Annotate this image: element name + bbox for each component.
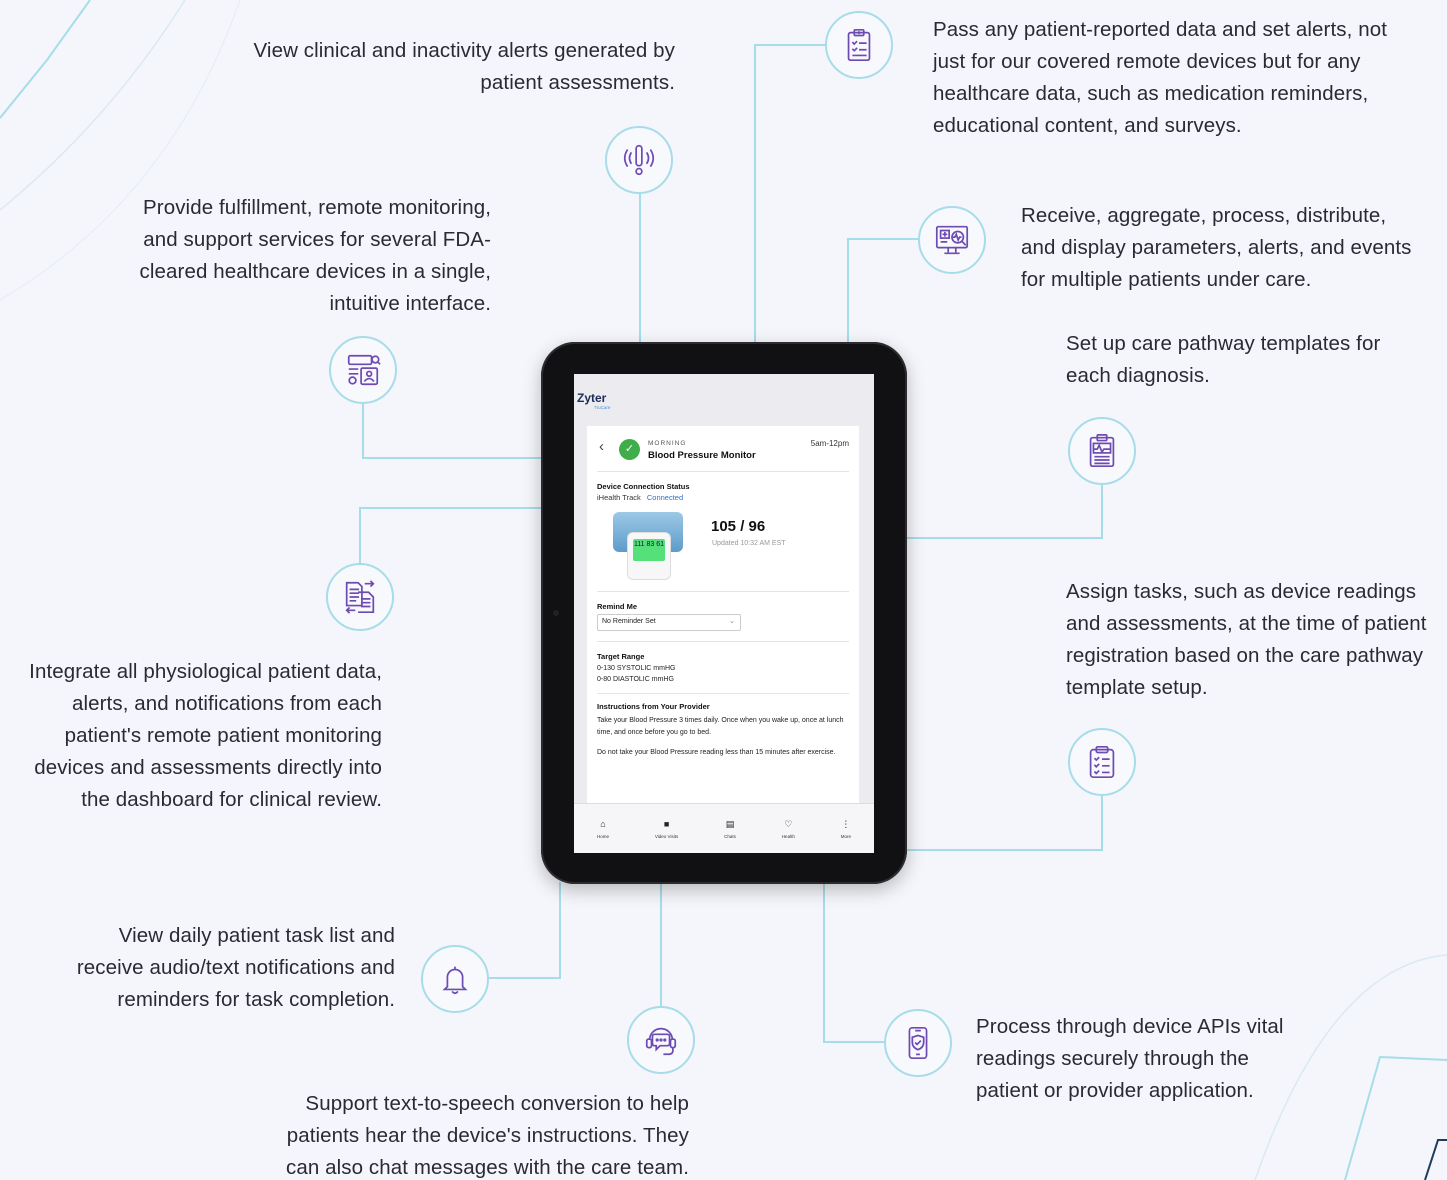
callout-clinical-alerts: View clinical and inactivity alerts gene… bbox=[253, 39, 675, 94]
phone-shield-icon bbox=[884, 1009, 952, 1077]
task-card: ‹ ✓ MORNING Blood Pressure Monitor 5am-1… bbox=[587, 426, 859, 806]
zyter-logo: Zyter bbox=[577, 391, 607, 405]
app-header: Zyter TruCare bbox=[574, 374, 874, 424]
callout-assign-tasks: Assign tasks, such as device readings an… bbox=[1066, 580, 1427, 699]
callout-device-apis: Process through device APIs vital readin… bbox=[976, 1015, 1284, 1102]
video-camera-icon: ■ bbox=[663, 818, 670, 829]
target-range-title: Target Range bbox=[597, 652, 645, 661]
chat-bubble-icon: ▤ bbox=[725, 818, 735, 829]
connection-status-title: Device Connection Status bbox=[597, 482, 690, 491]
callout-pathway-templates: Set up care pathway templates for each d… bbox=[1066, 332, 1381, 387]
bell-icon bbox=[421, 945, 489, 1013]
callout-task-list: View daily patient task list and receive… bbox=[76, 924, 395, 1011]
target-range-section: Target Range 0-130 SYSTOLIC mmHG 0-80 DI… bbox=[597, 642, 849, 694]
bp-updated-time: Updated 10:32 AM EST bbox=[712, 540, 786, 547]
connection-status-row: iHealth Track Connected bbox=[597, 493, 849, 502]
instructions-paragraph-2: Do not take your Blood Pressure reading … bbox=[597, 749, 836, 756]
checklist-clipboard-icon bbox=[1068, 728, 1136, 796]
nav-health[interactable]: ♡ Health bbox=[782, 819, 795, 839]
instructions-title: Instructions from Your Provider bbox=[597, 702, 710, 711]
connected-device-name: iHealth Track bbox=[597, 493, 641, 502]
target-systolic: 0-130 SYSTOLIC mmHG bbox=[597, 665, 676, 672]
nav-chats-label: Chats bbox=[724, 833, 736, 839]
remind-section: Remind Me No Reminder Set ⌄ bbox=[597, 592, 849, 642]
task-period: MORNING bbox=[648, 440, 687, 447]
check-icon: ✓ bbox=[619, 439, 640, 460]
profile-search-icon bbox=[329, 336, 397, 404]
chevron-down-icon: ⌄ bbox=[729, 618, 735, 625]
callout-tts: Support text-to-speech conversion to hel… bbox=[285, 1092, 689, 1179]
callout-fulfillment: Provide fulfillment, remote monitoring, … bbox=[139, 196, 491, 315]
target-diastolic: 0-80 DIASTOLIC mmHG bbox=[597, 676, 674, 683]
bp-meter-display: 111 83 61 bbox=[633, 539, 665, 561]
instructions-paragraph-1: Take your Blood Pressure 3 times daily. … bbox=[597, 717, 844, 736]
nav-more-label: More bbox=[840, 833, 851, 839]
reminder-select-value: No Reminder Set bbox=[602, 618, 656, 625]
chat-headset-icon bbox=[627, 1006, 695, 1074]
nav-home-label: Home bbox=[596, 833, 609, 839]
bottom-nav: ⌂ Home ■ Video Visits ▤ Chats ♡ Health ⋮… bbox=[574, 803, 874, 853]
monitor-search-icon bbox=[918, 206, 986, 274]
health-chart-clipboard-icon bbox=[1068, 417, 1136, 485]
instructions-section: Instructions from Your Provider Take you… bbox=[597, 694, 849, 759]
device-name: Blood Pressure Monitor bbox=[648, 450, 756, 461]
bp-reading-value: 105 / 96 bbox=[711, 518, 766, 535]
nav-more[interactable]: ⋮ More bbox=[841, 819, 851, 839]
clipboard-list-icon bbox=[825, 11, 893, 79]
callout-integrate: Integrate all physiological patient data… bbox=[29, 660, 382, 811]
app-screen: Zyter TruCare ‹ ✓ MORNING Blood Pressure… bbox=[574, 374, 874, 853]
nav-health-label: Health bbox=[781, 833, 795, 839]
alert-signal-icon bbox=[605, 126, 673, 194]
nav-video-visits-label: Video Visits bbox=[654, 833, 679, 839]
callout-patient-data: Pass any patient-reported data and set a… bbox=[933, 18, 1387, 137]
reading-area: 111 83 61 105 / 96 Updated 10:32 AM EST bbox=[597, 502, 849, 592]
nav-home[interactable]: ⌂ Home bbox=[597, 819, 609, 839]
bp-meter-image: 111 83 61 bbox=[627, 532, 671, 580]
nav-video-visits[interactable]: ■ Video Visits bbox=[655, 819, 678, 839]
home-icon: ⌂ bbox=[600, 818, 606, 829]
reminder-select[interactable]: No Reminder Set ⌄ bbox=[597, 614, 741, 631]
documents-transfer-icon bbox=[326, 563, 394, 631]
task-header: ‹ ✓ MORNING Blood Pressure Monitor 5am-1… bbox=[597, 426, 849, 472]
tablet-device: Zyter TruCare ‹ ✓ MORNING Blood Pressure… bbox=[541, 342, 907, 884]
connected-status-link[interactable]: Connected bbox=[647, 493, 683, 502]
heart-icon: ♡ bbox=[784, 818, 793, 829]
task-window: 5am-12pm bbox=[810, 439, 849, 448]
more-dots-icon: ⋮ bbox=[841, 818, 851, 829]
back-arrow-icon[interactable]: ‹ bbox=[599, 438, 604, 455]
nav-chats[interactable]: ▤ Chats bbox=[724, 819, 736, 839]
remind-title: Remind Me bbox=[597, 602, 638, 611]
callout-aggregate: Receive, aggregate, process, distribute,… bbox=[1021, 204, 1412, 291]
trucare-logo-text: TruCare bbox=[594, 405, 611, 410]
camera-dot bbox=[553, 610, 559, 616]
